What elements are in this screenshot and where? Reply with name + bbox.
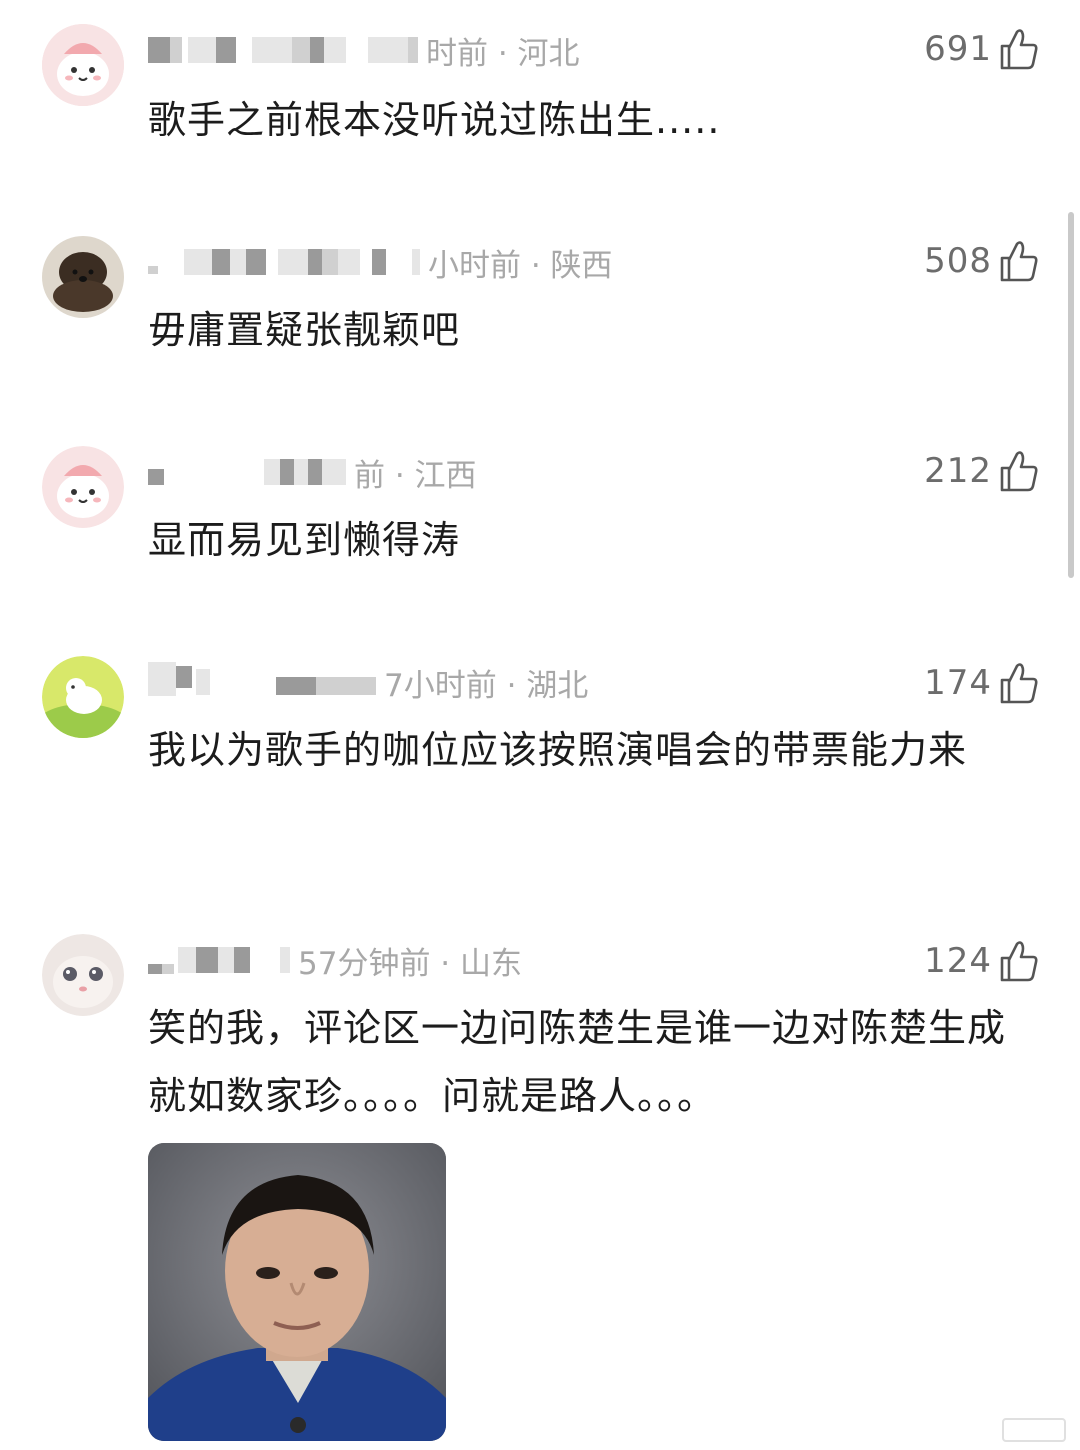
like-count: 691 — [924, 29, 992, 69]
like-count: 212 — [924, 451, 992, 491]
thumbs-up-icon — [1000, 941, 1038, 982]
thumbs-up-icon — [1000, 241, 1038, 282]
thumbs-up-icon — [1000, 663, 1038, 704]
time-location: 57分钟前 · 山东 — [298, 945, 523, 982]
comment-text: 毋庸置疑张靓颖吧 — [148, 308, 461, 352]
comment-text: 显而易见到懒得涛 — [148, 518, 461, 562]
comment-image[interactable] — [148, 1143, 446, 1441]
avatar[interactable] — [42, 236, 124, 318]
like-button[interactable]: 691 — [924, 24, 1038, 74]
avatar[interactable] — [42, 24, 124, 106]
comment-meta: 小时前 · 陕西 — [148, 240, 613, 284]
comment-text: 歌手之前根本没听说过陈出生..... — [148, 98, 721, 142]
avatar[interactable] — [42, 934, 124, 1016]
thumbs-up-icon — [1000, 451, 1038, 492]
time-location: 7小时前 · 湖北 — [384, 667, 589, 704]
scrollbar[interactable] — [1068, 212, 1074, 578]
avatar[interactable] — [42, 446, 124, 528]
comment-meta: 57分钟前 · 山东 — [148, 938, 522, 982]
comment-text: 我以为歌手的咖位应该按照演唱会的带票能力来 — [148, 728, 968, 772]
comment-meta: 7小时前 · 湖北 — [148, 660, 588, 704]
comment-text: 笑的我，评论区一边问陈楚生是谁一边对陈楚生成就如数家珍。。。。问就是路人。。。 — [148, 1006, 1007, 1118]
time-location: 前 · 江西 — [354, 457, 477, 494]
like-count: 174 — [924, 663, 992, 703]
like-count: 124 — [924, 941, 992, 981]
thumbs-up-icon — [1000, 29, 1038, 70]
comment-meta: 前 · 江西 — [148, 450, 477, 494]
like-count: 508 — [924, 241, 992, 281]
like-button[interactable]: 212 — [924, 446, 1038, 496]
like-button[interactable]: 508 — [924, 236, 1038, 286]
username-redacted — [148, 662, 376, 696]
username-redacted — [148, 459, 346, 485]
username-redacted — [148, 946, 290, 974]
username-redacted — [148, 249, 420, 275]
avatar[interactable] — [42, 656, 124, 738]
comment-meta: 时前 · 河北 — [148, 28, 580, 72]
watermark-logo — [1002, 1418, 1066, 1442]
time-location: 小时前 · 陕西 — [428, 247, 613, 284]
like-button[interactable]: 174 — [924, 658, 1038, 708]
time-location: 时前 · 河北 — [426, 35, 580, 72]
portrait-photo — [148, 1143, 446, 1441]
like-button[interactable]: 124 — [924, 936, 1038, 986]
username-redacted — [148, 37, 418, 63]
